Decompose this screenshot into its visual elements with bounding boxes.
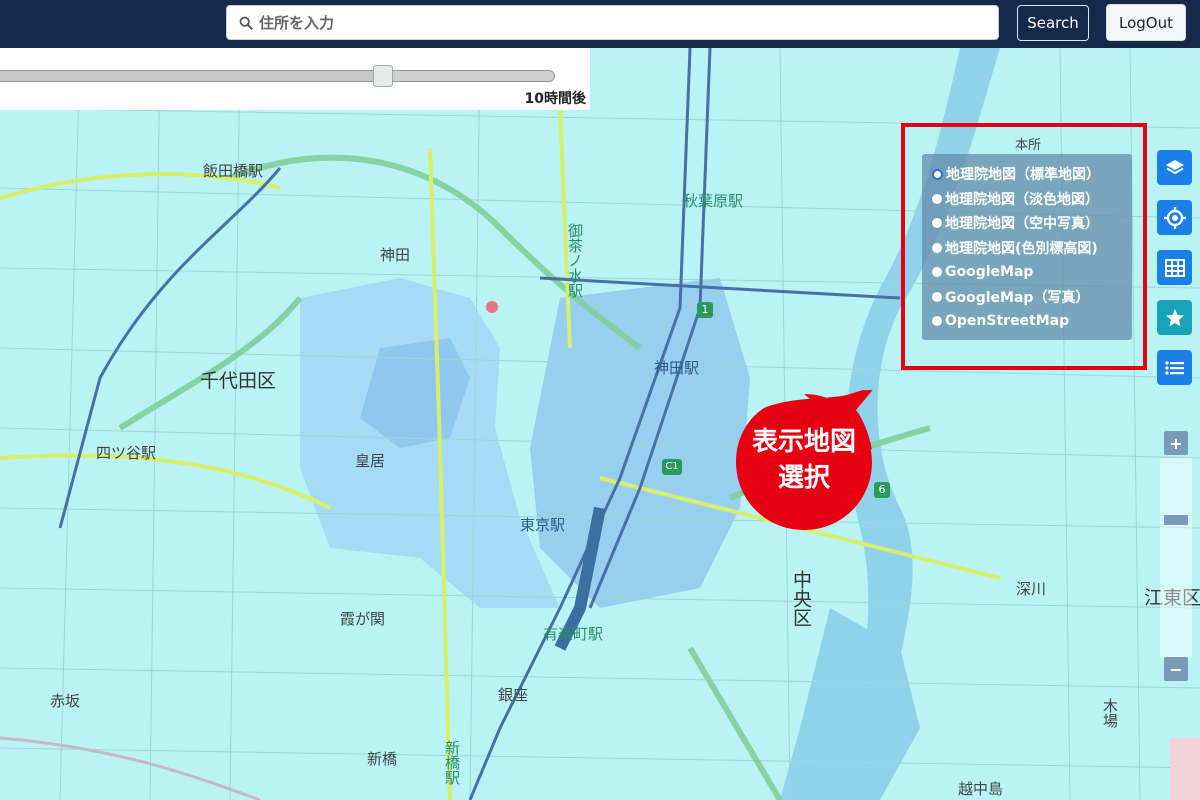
place-yurakucho: 有楽町駅 [543, 625, 604, 643]
radio-icon[interactable] [932, 168, 943, 180]
star-icon [1165, 308, 1184, 326]
place-kokyo: 皇居 [355, 452, 386, 470]
place-chiyoda: 千代田区 [200, 370, 277, 392]
layer-option-label: OpenStreetMap [945, 313, 1070, 330]
search-input[interactable] [257, 6, 998, 39]
callout-line1: 表示地図 [751, 427, 856, 457]
layers-button[interactable] [1157, 150, 1192, 185]
radio-icon[interactable] [932, 218, 942, 229]
layer-option[interactable]: 地理院地図（空中写真） [922, 211, 1132, 236]
time-slider-track[interactable] [0, 70, 555, 82]
table-grid-icon [1164, 258, 1185, 277]
route-badge-1: 1 [697, 302, 713, 318]
time-slider-label: 10時間後 [524, 91, 586, 107]
place-shinbashi: 新橋 [367, 750, 398, 768]
list-icon [1164, 360, 1184, 375]
place-fukagawa: 深川 [1016, 580, 1047, 598]
place-akasaka: 赤坂 [50, 692, 81, 710]
zoom-out-button[interactable]: − [1164, 657, 1188, 681]
layer-option-label: GoogleMap（写真） [945, 289, 1090, 306]
zoom-slider-track[interactable] [1160, 458, 1192, 658]
place-kanda: 神田 [380, 246, 411, 264]
callout-text: 表示地図 選択 [732, 424, 876, 496]
place-ochanomizu: 御茶ノ水駅 [566, 223, 584, 298]
favorite-button[interactable] [1157, 300, 1192, 335]
layer-option-label: 地理院地図（淡色地図） [945, 191, 1099, 208]
place-kasumigaseki: 霞が関 [340, 610, 386, 628]
grid-button[interactable] [1157, 250, 1192, 285]
place-iidabashi: 飯田橋駅 [203, 162, 264, 180]
radio-icon[interactable] [932, 193, 942, 204]
top-bar: Search LogOut [0, 0, 1200, 48]
logout-button[interactable]: LogOut [1106, 4, 1186, 41]
place-shinbashi-station: 新橋駅 [443, 740, 461, 785]
radio-icon[interactable] [932, 291, 942, 302]
place-etchujima: 越中島 [958, 780, 1004, 798]
place-kiba: 木場 [1101, 698, 1119, 728]
zoom-in-button[interactable]: + [1164, 431, 1188, 455]
layer-option-label: GoogleMap [945, 264, 1034, 281]
search-icon [239, 16, 253, 30]
list-button[interactable] [1157, 350, 1192, 385]
radio-icon[interactable] [932, 242, 942, 253]
layer-option[interactable]: GoogleMap [922, 260, 1132, 285]
radio-icon[interactable] [932, 267, 942, 278]
layers-icon [1165, 159, 1184, 174]
zoom-slider-handle[interactable] [1164, 515, 1188, 525]
place-akihabara: 秋葉原駅 [683, 192, 744, 210]
layer-option[interactable]: 地理院地図（標準地図） [922, 162, 1132, 187]
place-chuo: 中央区 [790, 570, 812, 627]
place-yotsuya: 四ツ谷駅 [96, 444, 157, 462]
time-slider-panel: 10時間後 [0, 48, 590, 110]
layer-option[interactable]: 地理院地図(色別標高図) [922, 236, 1132, 261]
time-slider-fill [0, 71, 383, 81]
layer-option-label: 地理院地図（標準地図） [946, 167, 1100, 184]
place-tokyo-station: 東京駅 [520, 516, 566, 534]
search-box[interactable] [226, 5, 999, 40]
layer-menu: 地理院地図（標準地図） 地理院地図（淡色地図） 地理院地図（空中写真） 地理院地… [922, 154, 1132, 340]
layer-option[interactable]: 地理院地図（淡色地図） [922, 187, 1132, 212]
radio-icon[interactable] [932, 316, 942, 327]
time-slider-thumb[interactable] [372, 65, 393, 87]
search-button[interactable]: Search [1017, 5, 1089, 41]
crosshair-icon [1163, 206, 1186, 229]
callout-line2: 選択 [777, 463, 830, 493]
current-location-button[interactable] [1157, 200, 1192, 235]
layer-option-label: 地理院地図(色別標高図) [945, 240, 1098, 257]
layer-option[interactable]: GoogleMap（写真） [922, 285, 1132, 310]
layer-option[interactable]: OpenStreetMap [922, 309, 1132, 334]
route-badge-6: 6 [874, 482, 890, 498]
place-kanda-station: 神田駅 [654, 359, 700, 377]
layer-option-label: 地理院地図（空中写真） [945, 216, 1099, 233]
place-ginza: 銀座 [498, 686, 529, 704]
route-badge-c1: C1 [662, 459, 682, 475]
